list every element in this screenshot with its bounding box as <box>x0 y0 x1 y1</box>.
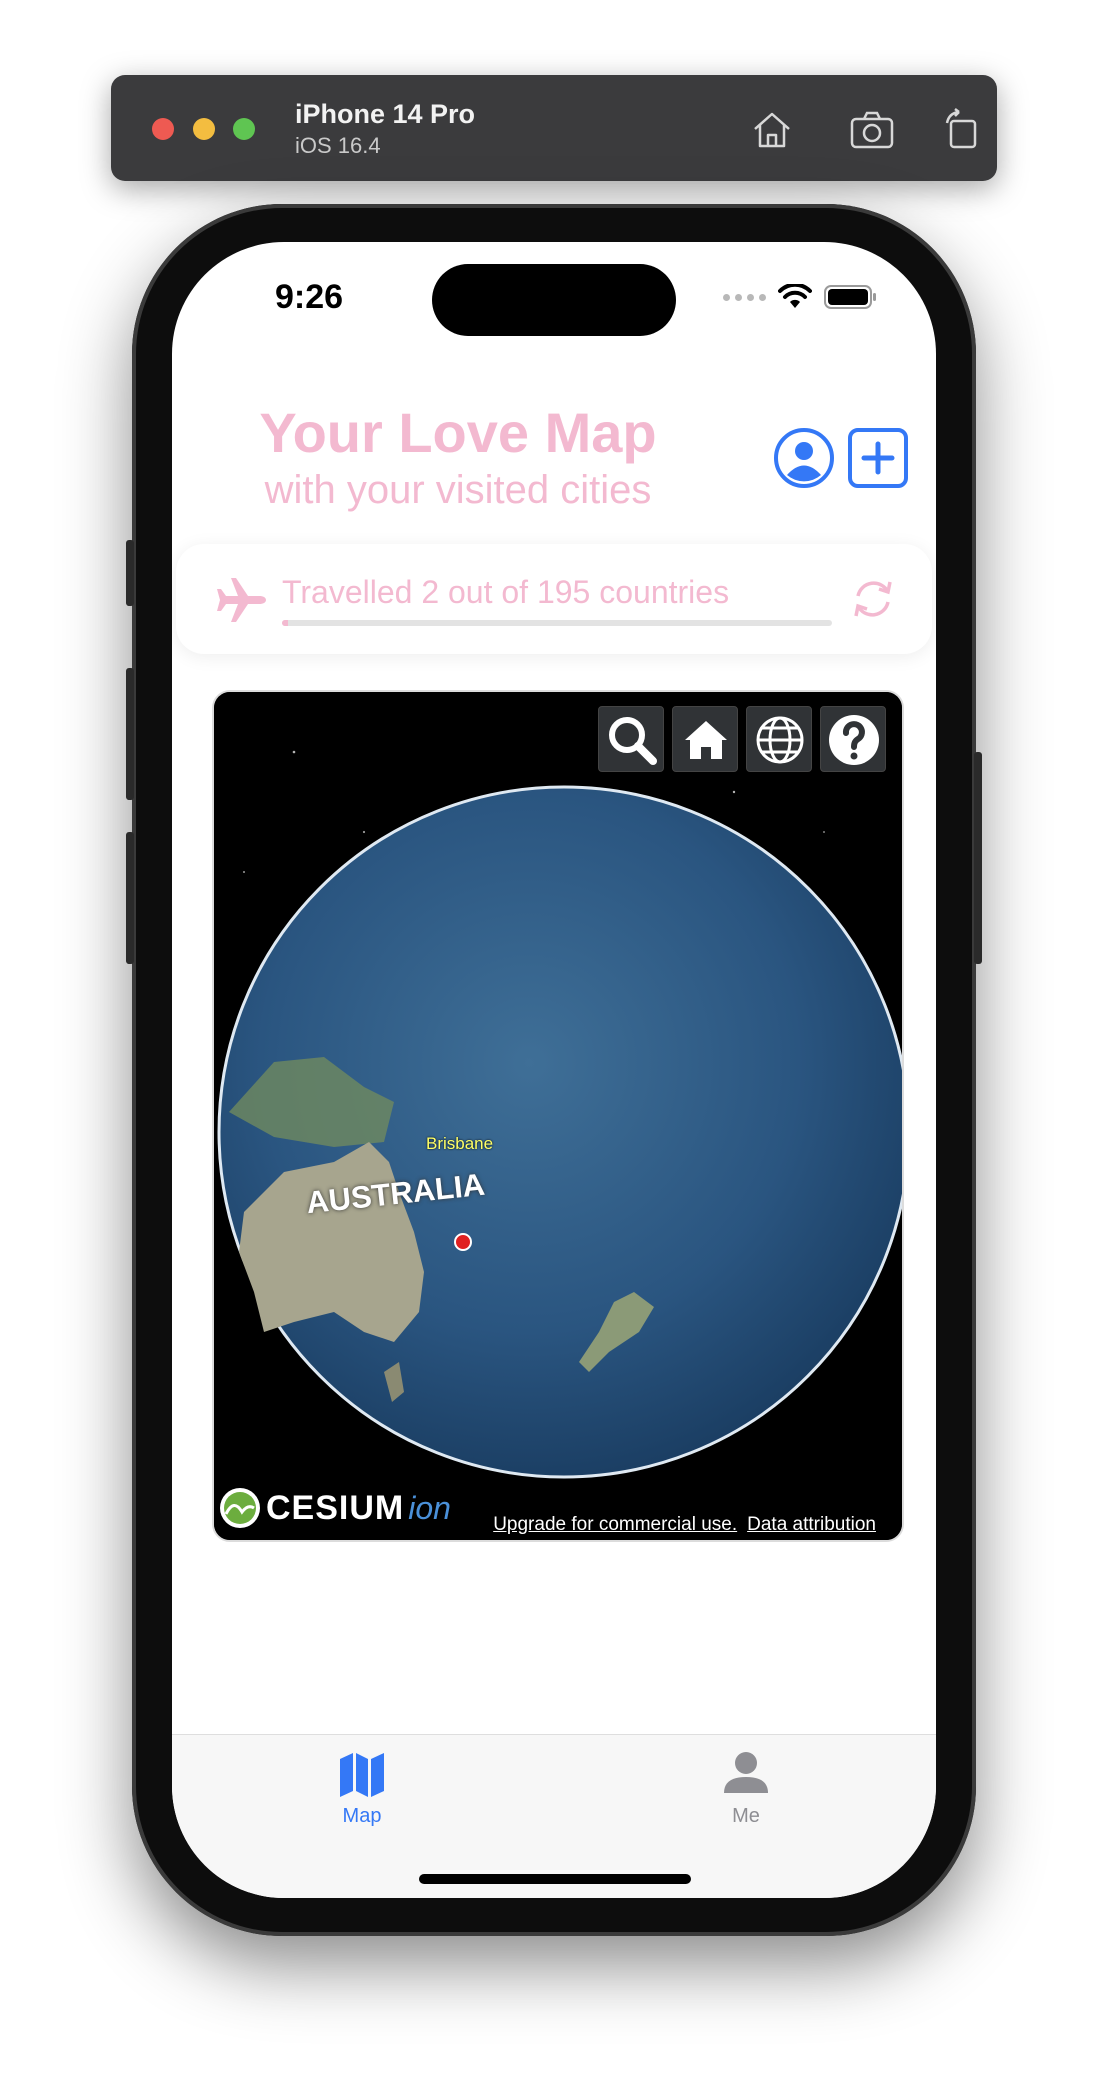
battery-icon <box>824 285 876 309</box>
map-help-button[interactable] <box>820 706 886 772</box>
visited-city-marker[interactable] <box>454 1233 472 1251</box>
cellular-dots-icon <box>723 293 766 301</box>
search-icon <box>609 717 657 765</box>
upgrade-link[interactable]: Upgrade for commercial use. <box>493 1514 737 1536</box>
cesium-ion-text: ion <box>408 1489 451 1526</box>
globe-icon <box>756 716 804 764</box>
tab-me-label: Me <box>732 1805 760 1827</box>
status-indicators <box>723 284 878 310</box>
travel-progress-text: Travelled 2 out of 195 countries <box>282 574 730 610</box>
city-label: Brisbane <box>426 1134 494 1153</box>
screenshot-icon[interactable] <box>847 105 897 155</box>
home-icon <box>685 721 727 759</box>
power-button <box>974 752 982 964</box>
simulator-device-name: iPhone 14 Pro <box>295 99 476 129</box>
home-indicator <box>419 1874 691 1884</box>
map-icon <box>340 1753 384 1797</box>
tab-map-label: Map <box>342 1805 382 1827</box>
travel-progress-fill <box>282 620 288 626</box>
tab-map[interactable]: Map <box>302 1747 422 1828</box>
minimize-window-button[interactable] <box>193 118 215 140</box>
cesium-logo-icon <box>220 1488 260 1528</box>
cesium-logo-text: CESIUM <box>266 1488 405 1527</box>
map-search-button[interactable] <box>598 706 664 772</box>
globe-map[interactable]: Brisbane AUSTRALIA CESIUM ion Upgrade fo… <box>212 690 904 1542</box>
wifi-icon <box>778 284 812 308</box>
dynamic-island <box>432 264 676 336</box>
refresh-button[interactable] <box>848 574 898 624</box>
page-subtitle: with your visited cities <box>264 468 652 512</box>
globe-view[interactable] <box>214 692 904 1542</box>
map-home-button[interactable] <box>672 706 738 772</box>
page-title: Your Love Map <box>259 401 657 464</box>
data-attribution-link[interactable]: Data attribution <box>747 1514 876 1536</box>
map-attribution: Upgrade for commercial use. Data attribu… <box>493 1514 876 1536</box>
volume-down-button <box>126 832 134 964</box>
plus-square-icon <box>848 428 908 488</box>
simulator-os-version: iOS 16.4 <box>295 133 381 158</box>
simulator-toolbar: iPhone 14 Pro iOS 16.4 <box>111 75 997 181</box>
person-circle-icon <box>774 428 834 488</box>
travel-progress-bar <box>282 620 832 626</box>
tab-me[interactable]: Me <box>686 1747 806 1828</box>
phone-screen: 9:26 Your Love Map with your visited cit… <box>172 242 936 1898</box>
zoom-window-button[interactable] <box>233 118 255 140</box>
map-scene-mode-button[interactable] <box>746 706 812 772</box>
add-city-button[interactable] <box>846 426 910 490</box>
person-icon <box>724 1752 768 1793</box>
help-icon <box>829 715 879 765</box>
profile-button[interactable] <box>772 426 836 490</box>
travel-progress-card: Travelled 2 out of 195 countries <box>176 544 932 654</box>
volume-up-button <box>126 668 134 800</box>
home-icon[interactable] <box>747 105 797 155</box>
mute-switch <box>126 540 134 606</box>
rotate-icon[interactable] <box>937 105 987 155</box>
status-time: 9:26 <box>275 278 344 316</box>
refresh-icon <box>854 581 892 617</box>
airplane-icon <box>217 578 266 622</box>
cesium-logo[interactable]: CESIUM ion <box>218 1486 451 1530</box>
close-window-button[interactable] <box>152 118 174 140</box>
